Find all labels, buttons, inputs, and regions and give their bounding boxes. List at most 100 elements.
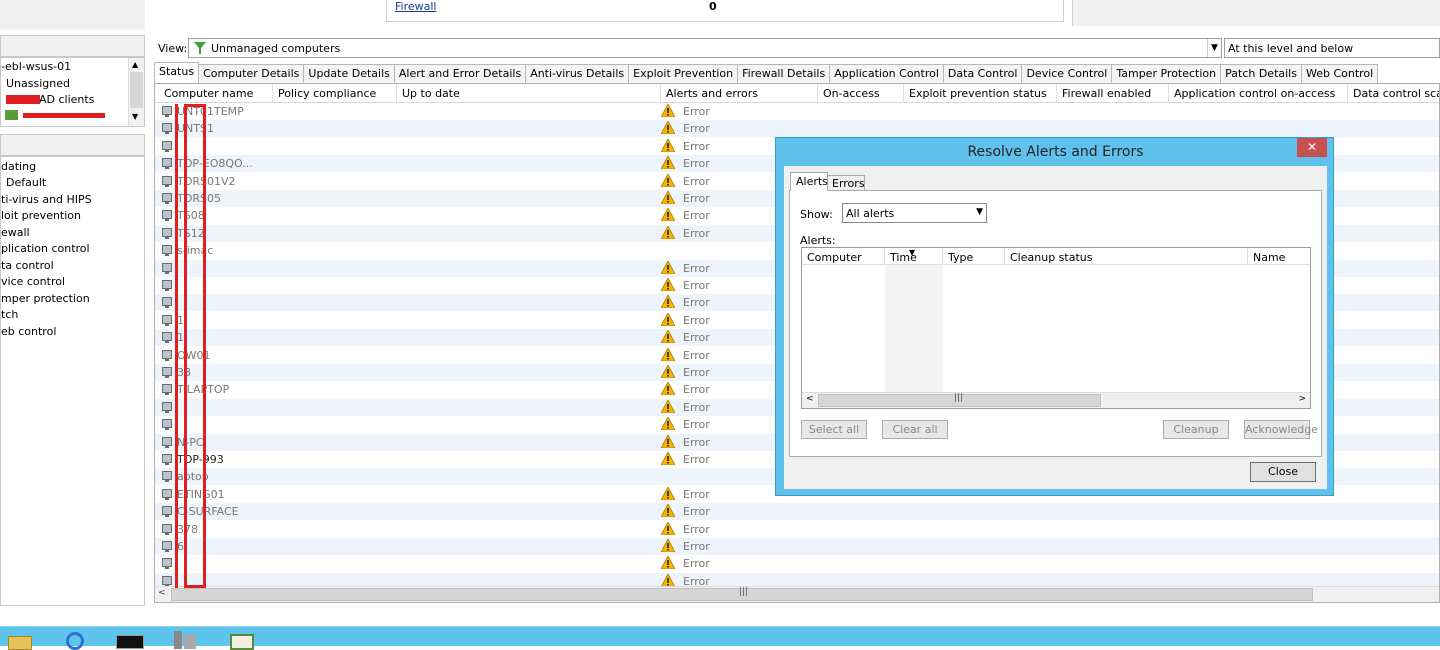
column-up-to-date[interactable]: Up to date — [397, 84, 661, 103]
file-explorer-icon[interactable] — [6, 631, 34, 650]
tab-exploit-prevention[interactable]: Exploit Prevention — [628, 64, 739, 83]
tree-item-ad-clients[interactable]: AD clients — [39, 93, 94, 106]
computer-icon — [162, 367, 172, 378]
grid-horizontal-scrollbar[interactable]: < ||| — [155, 586, 1439, 602]
close-button[interactable]: Close — [1250, 462, 1316, 482]
column-computer[interactable]: Computer — [802, 248, 885, 265]
computer-icon — [162, 488, 172, 500]
policy-exploit[interactable]: loit prevention — [1, 209, 81, 222]
column-computer-name[interactable]: Computer name — [159, 84, 273, 103]
tree-scrollbar[interactable]: ▲ ▼ — [128, 58, 144, 126]
show-select[interactable]: All alerts ▼ — [842, 203, 987, 223]
tab-computer-details[interactable]: Computer Details — [198, 64, 305, 83]
warning-icon — [660, 329, 676, 344]
column-firewall-enabled[interactable]: Firewall enabled — [1057, 84, 1169, 103]
warning-icon — [660, 416, 676, 431]
alerts-errors-cell: Error — [683, 505, 710, 519]
tree-item-server[interactable]: -ebl-wsus-01 — [1, 60, 71, 73]
chevron-down-icon[interactable]: ▼ — [1207, 39, 1221, 57]
scroll-left-icon[interactable]: < — [158, 588, 166, 598]
tab-alerts[interactable]: Alerts — [790, 172, 828, 191]
policies-tree[interactable]: dating Default ti-virus and HIPS loit pr… — [0, 156, 145, 606]
warning-icon — [660, 224, 676, 240]
scroll-up-icon[interactable]: ▲ — [132, 60, 138, 69]
policy-antivirus[interactable]: ti-virus and HIPS — [1, 193, 92, 206]
select-all-button[interactable]: Select all — [801, 420, 867, 439]
policy-patch[interactable]: tch — [1, 308, 18, 321]
column-name[interactable]: Name — [1248, 248, 1310, 265]
tab-device-control[interactable]: Device Control — [1021, 64, 1113, 83]
alerts-errors-cell: Error — [683, 261, 710, 275]
warning-icon — [660, 137, 676, 153]
computer-icon — [162, 454, 172, 465]
tab-errors[interactable]: Errors — [827, 175, 865, 191]
policy-firewall[interactable]: ewall — [1, 226, 30, 239]
firewall-link[interactable]: Firewall — [395, 0, 436, 13]
close-icon[interactable]: ✕ — [1297, 138, 1327, 157]
command-prompt-icon[interactable] — [116, 631, 144, 649]
policy-device-control[interactable]: vice control — [1, 275, 65, 288]
clear-all-button[interactable]: Clear all — [882, 420, 948, 439]
computer-icon — [162, 210, 172, 222]
scroll-right-icon[interactable]: > — [1298, 394, 1306, 404]
scroll-thumb[interactable] — [130, 72, 143, 108]
view-select[interactable]: Unmanaged computers ▼ — [188, 38, 1222, 58]
column-policy-compliance[interactable]: Policy compliance — [273, 84, 397, 103]
chevron-down-icon[interactable]: ▼ — [976, 207, 983, 217]
warning-icon — [660, 381, 676, 396]
tab-web-control[interactable]: Web Control — [1300, 64, 1379, 83]
tab-update-details[interactable]: Update Details — [303, 64, 395, 83]
server-manager-icon[interactable] — [172, 631, 200, 649]
tab-alert-error-details[interactable]: Alert and Error Details — [393, 64, 527, 83]
alerts-horizontal-scrollbar[interactable]: < ||| > — [802, 392, 1310, 408]
policies-pane-header — [0, 134, 145, 156]
policy-tamper[interactable]: mper protection — [1, 292, 90, 305]
table-row[interactable]: C-SURFACE Error — [155, 503, 1439, 521]
column-alerts-errors[interactable]: Alerts and errors — [661, 84, 818, 103]
column-data-control[interactable]: Data control scann — [1348, 84, 1439, 103]
computer-icon — [162, 175, 172, 187]
policy-default[interactable]: Default — [6, 176, 46, 189]
tab-tamper-protection[interactable]: Tamper Protection — [1111, 64, 1222, 83]
warning-icon — [660, 155, 676, 170]
scroll-down-icon[interactable]: ▼ — [132, 112, 138, 121]
internet-explorer-icon[interactable] — [62, 631, 90, 650]
groups-tree[interactable]: -ebl-wsus-01 Unassigned AD clients ▲ ▼ — [0, 57, 145, 127]
policy-updating[interactable]: dating — [1, 160, 36, 173]
table-row[interactable]: 378 Error — [155, 520, 1439, 538]
warning-icon — [660, 555, 676, 570]
console-app-icon[interactable] — [228, 631, 256, 650]
table-row[interactable]: UNT01TEMP Error — [155, 103, 1439, 120]
scroll-left-icon[interactable]: < — [806, 394, 814, 404]
tab-antivirus-details[interactable]: Anti-virus Details — [525, 64, 630, 83]
table-row[interactable]: 6 Error — [155, 538, 1439, 555]
tab-status[interactable]: Status — [154, 62, 200, 83]
acknowledge-button[interactable]: Acknowledge — [1244, 420, 1318, 439]
column-cleanup-status[interactable]: Cleanup status — [1005, 248, 1248, 265]
level-select[interactable]: At this level and below — [1224, 38, 1440, 58]
tree-item-unassigned[interactable]: Unassigned — [6, 77, 70, 90]
column-on-access[interactable]: On-access — [818, 84, 904, 103]
top-left-pane — [0, 0, 145, 30]
policy-app-control[interactable]: plication control — [1, 242, 90, 255]
column-exploit-prevention[interactable]: Exploit prevention status — [904, 84, 1057, 103]
tab-patch-details[interactable]: Patch Details — [1220, 64, 1302, 83]
table-row[interactable]: Error — [155, 555, 1439, 572]
alerts-list[interactable]: Computer Time ▼ Type Cleanup status Name… — [801, 247, 1311, 409]
column-app-control[interactable]: Application control on-access — [1169, 84, 1348, 103]
policy-data-control[interactable]: ta control — [1, 259, 54, 272]
show-label: Show: — [800, 208, 833, 221]
computer-icon — [162, 349, 172, 361]
tab-firewall-details[interactable]: Firewall Details — [737, 64, 831, 83]
table-row[interactable]: UNTS1 Error — [155, 120, 1439, 138]
warning-icon — [660, 277, 676, 292]
warning-icon — [660, 172, 676, 187]
alerts-errors-cell: Error — [683, 279, 710, 292]
policy-web-control[interactable]: eb control — [1, 325, 56, 338]
warning-icon — [660, 364, 676, 379]
column-type[interactable]: Type — [943, 248, 1005, 265]
tab-data-control[interactable]: Data Control — [942, 64, 1023, 83]
scroll-grip-icon: ||| — [739, 587, 749, 597]
tab-application-control[interactable]: Application Control — [829, 64, 944, 83]
cleanup-button[interactable]: Cleanup — [1163, 420, 1229, 439]
